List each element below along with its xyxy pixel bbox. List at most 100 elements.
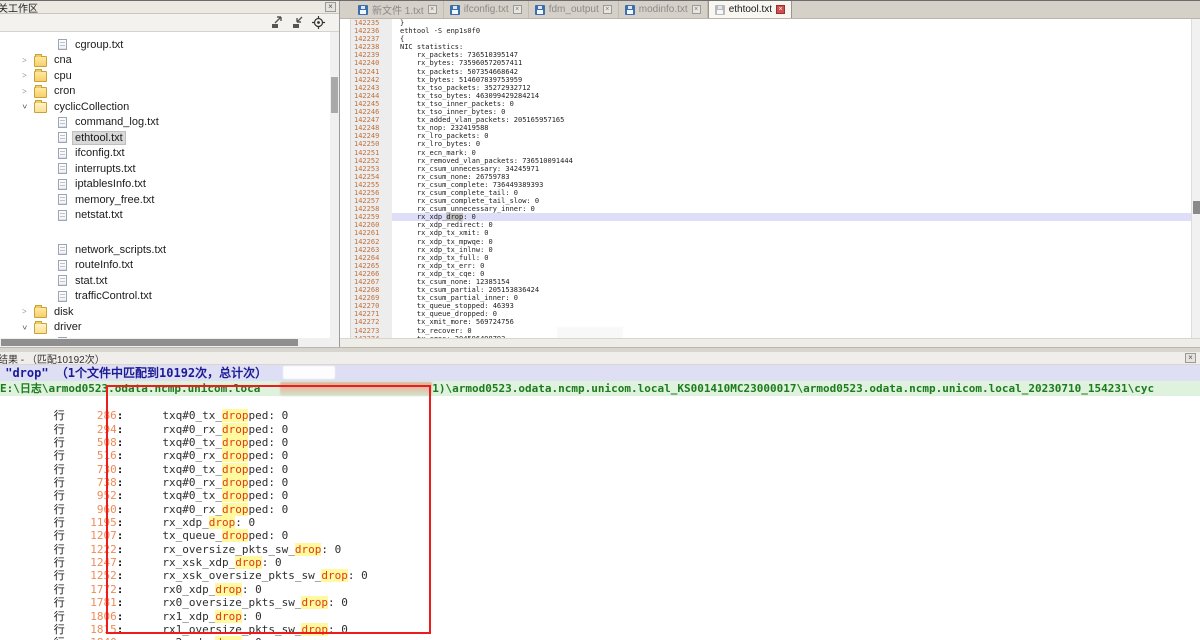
chevron-icon[interactable]	[22, 102, 32, 111]
tree-item[interactable]: stat.txt	[0, 273, 339, 289]
tree-item[interactable]: iptablesInfo.txt	[0, 177, 339, 193]
editor-line[interactable]: 142260 rx_xdp_redirect: 0	[350, 221, 1200, 229]
results-file-path[interactable]: E:\日志\armod0523.odata.ncmp.unicom.locaar…	[0, 381, 1200, 396]
editor-line[interactable]: 142265 rx_xdp_tx_err: 0	[350, 262, 1200, 270]
editor-line[interactable]: 142253 rx_csum_unnecessary: 34245971	[350, 165, 1200, 173]
editor-line[interactable]: 142246 tx_tso_inner_bytes: 0	[350, 108, 1200, 116]
row-label: 行	[40, 490, 65, 502]
row-label: 行	[40, 597, 65, 609]
tree-item[interactable]: interrupts.txt	[0, 161, 339, 177]
chevron-icon[interactable]	[22, 307, 32, 316]
editor-line[interactable]: 142235 }	[350, 19, 1200, 27]
editor-line[interactable]: 142244 tx_tso_bytes: 463099429284214	[350, 92, 1200, 100]
editor-line[interactable]: 142241 tx_packets: 507354668642	[350, 68, 1200, 76]
tree-horizontal-scrollbar[interactable]	[0, 338, 339, 347]
editor-line[interactable]: 142236 ethtool -S enp1s0f0	[350, 27, 1200, 35]
editor-tab[interactable]: ifconfig.txt	[444, 1, 529, 18]
editor-line[interactable]: 142256 rx_csum_complete_tail: 0	[350, 189, 1200, 197]
tree-item[interactable]: ethtool.txt	[0, 130, 339, 146]
editor-line[interactable]: 142257 rx_csum_complete_tail_slow: 0	[350, 197, 1200, 205]
editor-line[interactable]: 142274 tx_cqes: 204596498793	[350, 335, 1200, 338]
editor-line[interactable]: 142252 rx_removed_vlan_packets: 73651009…	[350, 157, 1200, 165]
editor-line[interactable]: 142239 rx_packets: 736510395147	[350, 51, 1200, 59]
collapse-all-icon[interactable]	[291, 16, 304, 29]
editor-line[interactable]: 142272 tx_xmit_more: 569724756	[350, 318, 1200, 326]
editor-line[interactable]: 142247 tx_added_vlan_packets: 2051659571…	[350, 116, 1200, 124]
tab-close-icon[interactable]	[428, 5, 437, 14]
editor-tab[interactable]: ethtool.txt	[708, 1, 792, 18]
editor-body[interactable]: 142235 } 142236 ethtool -S enp1s0f0 1422…	[340, 19, 1200, 338]
match-line-number: 1247	[65, 556, 117, 569]
tree-item-label: command_log.txt	[73, 116, 161, 128]
tree-item[interactable]: cyclicCollection	[0, 99, 339, 115]
line-text: rx_csum_unnecessary: 34245971	[392, 165, 1200, 173]
match-selection: drop	[446, 213, 463, 221]
editor-line[interactable]: 142238 NIC statistics:	[350, 43, 1200, 51]
tree-item[interactable]: trafficControl.txt	[0, 289, 339, 305]
tree-item[interactable]: cgroup.txt	[0, 37, 339, 53]
editor-line[interactable]: 142245 tx_tso_inner_packets: 0	[350, 100, 1200, 108]
chevron-icon[interactable]	[22, 87, 32, 96]
editor-line[interactable]: 142248 tx_nop: 232419588	[350, 124, 1200, 132]
tree-item[interactable]: cpu	[0, 68, 339, 84]
tree-item[interactable]: routeInfo.txt	[0, 258, 339, 274]
editor-line[interactable]: 142266 rx_xdp_tx_cqe: 0	[350, 270, 1200, 278]
match-highlight: drop	[321, 569, 348, 582]
locate-file-icon[interactable]	[312, 16, 325, 29]
match-text: rx_xdp_drop: 0	[162, 516, 255, 529]
editor-line[interactable]: 142273 tx_recover: 0	[350, 327, 1200, 335]
editor-vscroll-thumb[interactable]	[1193, 201, 1200, 214]
tree-item[interactable]: command_log.txt	[0, 115, 339, 131]
chevron-icon[interactable]	[22, 56, 32, 65]
editor-line[interactable]: 142271 tx_queue_dropped: 0	[350, 310, 1200, 318]
tab-close-icon[interactable]	[776, 5, 785, 14]
editor-line[interactable]: 142237 {	[350, 35, 1200, 43]
editor-line[interactable]: 142262 rx_xdp_tx_mpwqe: 0	[350, 238, 1200, 246]
editor-line[interactable]: 142254 rx_csum_none: 26759783	[350, 173, 1200, 181]
row-label: 行	[40, 544, 65, 556]
tree-item[interactable]: network_scripts.txt	[0, 242, 339, 258]
editor-line[interactable]: 142264 rx_xdp_tx_full: 0	[350, 254, 1200, 262]
chevron-icon[interactable]	[22, 71, 32, 80]
editor-line[interactable]: 142242 tx_bytes: 514607839753959	[350, 76, 1200, 84]
expand-all-icon[interactable]	[270, 16, 283, 29]
editor-horizontal-scrollbar[interactable]	[340, 338, 1200, 347]
tree-hscroll-thumb[interactable]	[1, 339, 298, 346]
tree-item[interactable]: cna	[0, 53, 339, 69]
editor-line[interactable]: 142261 rx_xdp_tx_xmit: 0	[350, 229, 1200, 237]
workspace-toolbar	[0, 14, 339, 32]
editor-line[interactable]: 142269 tx_csum_partial_inner: 0	[350, 294, 1200, 302]
editor-line[interactable]: 142258 rx_csum_unnecessary_inner: 0	[350, 205, 1200, 213]
editor-tab[interactable]: modinfo.txt	[619, 1, 708, 18]
tree-item[interactable]: memory_free.txt	[0, 192, 339, 208]
editor-line[interactable]: 142249 rx_lro_packets: 0	[350, 132, 1200, 140]
editor-line[interactable]: 142263 rx_xdp_tx_inlnw: 0	[350, 246, 1200, 254]
tab-close-icon[interactable]	[692, 5, 701, 14]
tree-item[interactable]: cron	[0, 84, 339, 100]
tree-item[interactable]: driver	[0, 320, 339, 336]
workspace-close-icon[interactable]	[325, 2, 336, 12]
editor-line[interactable]: 142251 rx_ecn_mark: 0	[350, 149, 1200, 157]
editor-vertical-scrollbar[interactable]	[1191, 19, 1200, 338]
chevron-icon[interactable]	[22, 323, 32, 332]
tree-item[interactable]: disk	[0, 304, 339, 320]
tree-vertical-scrollbar[interactable]	[330, 32, 339, 347]
editor-tab[interactable]: fdm_output	[529, 1, 619, 18]
tree-vscroll-thumb[interactable]	[331, 77, 338, 113]
tree-item[interactable]: netstat.txt	[0, 208, 339, 224]
editor-line[interactable]: 142255 rx_csum_complete: 736449389393	[350, 181, 1200, 189]
editor-tab[interactable]: 新文件 1.txt	[352, 1, 444, 18]
editor-line[interactable]: 142240 rx_bytes: 735960572057411	[350, 59, 1200, 67]
results-close-icon[interactable]	[1185, 353, 1196, 363]
editor-line[interactable]: 142243 tx_tso_packets: 35272932712	[350, 84, 1200, 92]
tree-item[interactable]	[0, 223, 339, 242]
editor-line[interactable]: 142270 tx_queue_stopped: 46393	[350, 302, 1200, 310]
editor-line[interactable]: 142259 rx_xdp_drop: 0	[350, 213, 1200, 221]
tab-close-icon[interactable]	[603, 5, 612, 14]
tab-close-icon[interactable]	[513, 5, 522, 14]
tree-item[interactable]: ifconfig.txt	[0, 146, 339, 162]
match-row[interactable]: 行286:txq#0_tx_dropped: 0	[0, 396, 1200, 409]
editor-line[interactable]: 142267 tx_csum_none: 12385154	[350, 278, 1200, 286]
editor-line[interactable]: 142250 rx_lro_bytes: 0	[350, 140, 1200, 148]
editor-line[interactable]: 142268 tx_csum_partial: 205153836424	[350, 286, 1200, 294]
